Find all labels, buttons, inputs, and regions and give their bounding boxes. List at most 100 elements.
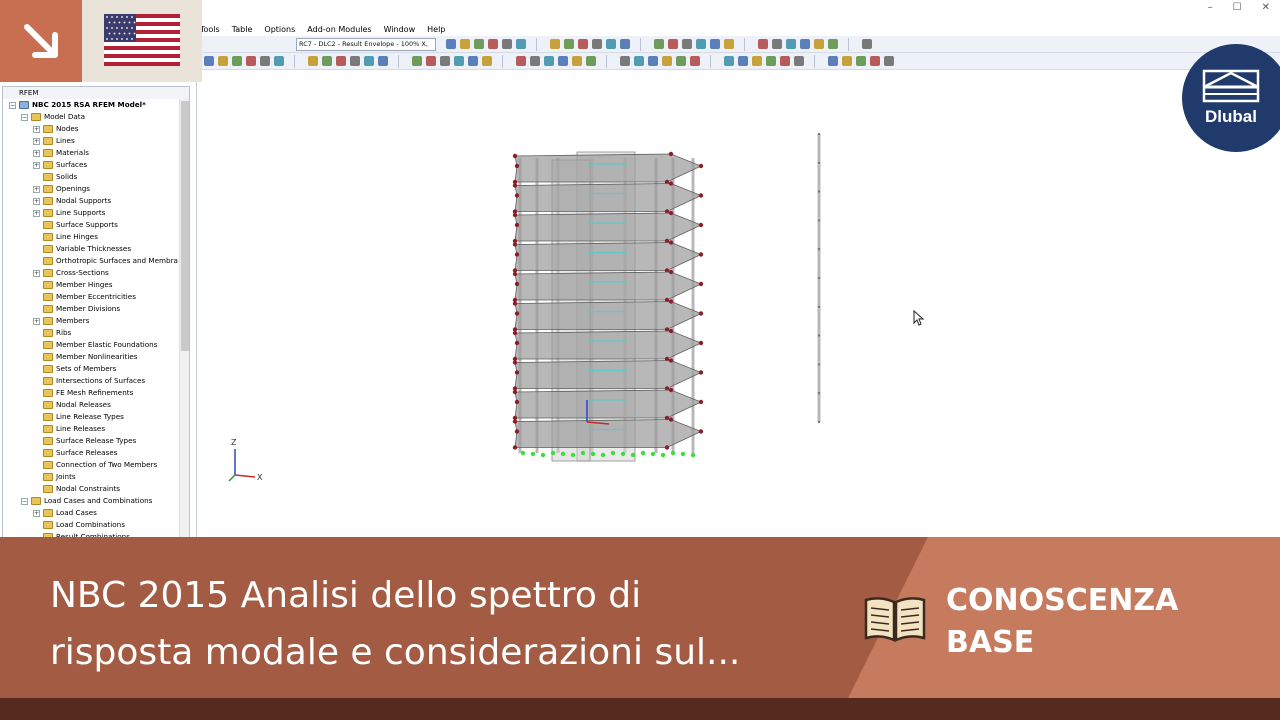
navigator-tree-item[interactable]: Line Release Types: [33, 411, 124, 423]
menu-tools[interactable]: Tools: [200, 25, 220, 34]
navigator-tree-item[interactable]: Member Hinges: [33, 279, 113, 291]
toolbar-tool-icon[interactable]: [634, 56, 644, 66]
toolbar-tool-icon[interactable]: [752, 56, 762, 66]
toolbar-tool-icon[interactable]: [668, 39, 678, 49]
toolbar-tool-icon[interactable]: [724, 39, 734, 49]
navigator-tree-item[interactable]: Nodal Constraints: [33, 483, 120, 495]
navigator-tree-item[interactable]: Line Hinges: [33, 231, 98, 243]
toolbar-tool-icon[interactable]: [654, 39, 664, 49]
toolbar-tool-icon[interactable]: [440, 56, 450, 66]
toolbar-tool-icon[interactable]: [592, 39, 602, 49]
toolbar-tool-icon[interactable]: [558, 56, 568, 66]
toolbar-tool-icon[interactable]: [710, 39, 720, 49]
navigator-tree-item[interactable]: + Members: [33, 315, 89, 327]
navigator-tree-item[interactable]: Member Nonlinearities: [33, 351, 138, 363]
toolbar-tool-icon[interactable]: [474, 39, 484, 49]
navigator-tree-item[interactable]: + Cross-Sections: [33, 267, 109, 279]
navigator-tree-item[interactable]: + Materials: [33, 147, 89, 159]
navigator-tree-item[interactable]: + Nodal Supports: [33, 195, 111, 207]
navigator-tree-item[interactable]: Nodal Releases: [33, 399, 111, 411]
toolbar-tool-icon[interactable]: [786, 39, 796, 49]
navigator-model-node[interactable]: − NBC 2015 RSA RFEM Model*: [9, 99, 146, 111]
navigator-tree-item[interactable]: Sets of Members: [33, 363, 116, 375]
toolbar-tool-icon[interactable]: [502, 39, 512, 49]
toolbar-tool-icon[interactable]: [468, 56, 478, 66]
toolbar-tool-icon[interactable]: [620, 56, 630, 66]
toolbar-tool-icon[interactable]: [308, 56, 318, 66]
toolbar-tool-icon[interactable]: [454, 56, 464, 66]
toolbar-tool-icon[interactable]: [758, 39, 768, 49]
toolbar-tool-icon[interactable]: [794, 56, 804, 66]
toolbar-tool-icon[interactable]: [364, 56, 374, 66]
scrollbar-thumb[interactable]: [181, 101, 189, 351]
expand-icon[interactable]: +: [33, 149, 40, 157]
navigator-tree-item[interactable]: Load Combinations: [33, 519, 125, 531]
toolbar-tool-icon[interactable]: [446, 39, 456, 49]
toolbar-tool-icon[interactable]: [544, 56, 554, 66]
toolbar-tool-icon[interactable]: [696, 39, 706, 49]
navigator-tree-item[interactable]: FE Mesh Refinements: [33, 387, 133, 399]
toolbar-tool-icon[interactable]: [870, 56, 880, 66]
expand-icon[interactable]: +: [33, 161, 40, 169]
collapse-icon[interactable]: −: [9, 101, 16, 109]
toolbar-tool-icon[interactable]: [460, 39, 470, 49]
navigator-tree-item[interactable]: + Lines: [33, 135, 75, 147]
navigator-root[interactable]: RFEM: [3, 87, 189, 99]
toolbar-tool-icon[interactable]: [530, 56, 540, 66]
toolbar-tool-icon[interactable]: [676, 56, 686, 66]
navigator-tree-item[interactable]: Variable Thicknesses: [33, 243, 131, 255]
toolbar-tool-icon[interactable]: [260, 56, 270, 66]
navigator-tree-item[interactable]: Intersections of Surfaces: [33, 375, 145, 387]
toolbar-tool-icon[interactable]: [862, 39, 872, 49]
toolbar-tool-icon[interactable]: [488, 39, 498, 49]
expand-icon[interactable]: +: [33, 197, 40, 205]
toolbar-tool-icon[interactable]: [648, 56, 658, 66]
navigator-tree-item[interactable]: Joints: [33, 471, 76, 483]
navigator-tree-item[interactable]: + Nodes: [33, 123, 79, 135]
toolbar-tool-icon[interactable]: [690, 56, 700, 66]
menu-options[interactable]: Options: [264, 25, 295, 34]
toolbar-tool-icon[interactable]: [620, 39, 630, 49]
toolbar-tool-icon[interactable]: [662, 56, 672, 66]
toolbar-tool-icon[interactable]: [842, 56, 852, 66]
toolbar-tool-icon[interactable]: [516, 39, 526, 49]
collapse-icon[interactable]: −: [21, 113, 28, 121]
navigator-tree-item[interactable]: + Openings: [33, 183, 90, 195]
maximize-icon[interactable]: ☐: [1233, 2, 1242, 13]
navigator-scrollbar[interactable]: [179, 99, 189, 537]
expand-icon[interactable]: +: [33, 125, 40, 133]
navigator-tree-item[interactable]: Member Elastic Foundations: [33, 339, 157, 351]
navigator-tree-item[interactable]: Connection of Two Members: [33, 459, 157, 471]
navigator-tree-item[interactable]: Surface Release Types: [33, 435, 136, 447]
model-3d-viewport[interactable]: Z X: [196, 70, 1280, 538]
menu-add-on-modules[interactable]: Add-on Modules: [307, 25, 371, 34]
collapse-icon[interactable]: −: [21, 497, 28, 505]
navigator-tree-item[interactable]: + Surfaces: [33, 159, 87, 171]
toolbar-tool-icon[interactable]: [814, 39, 824, 49]
toolbar-tool-icon[interactable]: [572, 56, 582, 66]
toolbar-tool-icon[interactable]: [246, 56, 256, 66]
toolbar-tool-icon[interactable]: [738, 56, 748, 66]
navigator-tree-item[interactable]: Surface Releases: [33, 447, 118, 459]
toolbar-tool-icon[interactable]: [586, 56, 596, 66]
expand-icon[interactable]: +: [33, 509, 40, 517]
navigator-tree-item[interactable]: − Load Cases and Combinations: [21, 495, 152, 507]
toolbar-tool-icon[interactable]: [856, 56, 866, 66]
toolbar-tool-icon[interactable]: [426, 56, 436, 66]
expand-icon[interactable]: +: [33, 209, 40, 217]
navigator-tree-item[interactable]: Line Releases: [33, 423, 105, 435]
navigator-tree-item[interactable]: Member Divisions: [33, 303, 120, 315]
menu-table[interactable]: Table: [232, 25, 253, 34]
toolbar-tool-icon[interactable]: [274, 56, 284, 66]
toolbar-tool-icon[interactable]: [766, 56, 776, 66]
toolbar-tool-icon[interactable]: [336, 56, 346, 66]
toolbar-tool-icon[interactable]: [322, 56, 332, 66]
toolbar-tool-icon[interactable]: [828, 39, 838, 49]
result-combination-select[interactable]: RC7 - DLC2 - Result Envelope - 100% X,: [296, 38, 436, 51]
expand-icon[interactable]: +: [33, 137, 40, 145]
toolbar-tool-icon[interactable]: [204, 56, 214, 66]
navigator-tree-item[interactable]: Ribs: [33, 327, 71, 339]
toolbar-tool-icon[interactable]: [800, 39, 810, 49]
toolbar-tool-icon[interactable]: [564, 39, 574, 49]
expand-icon[interactable]: +: [33, 317, 40, 325]
